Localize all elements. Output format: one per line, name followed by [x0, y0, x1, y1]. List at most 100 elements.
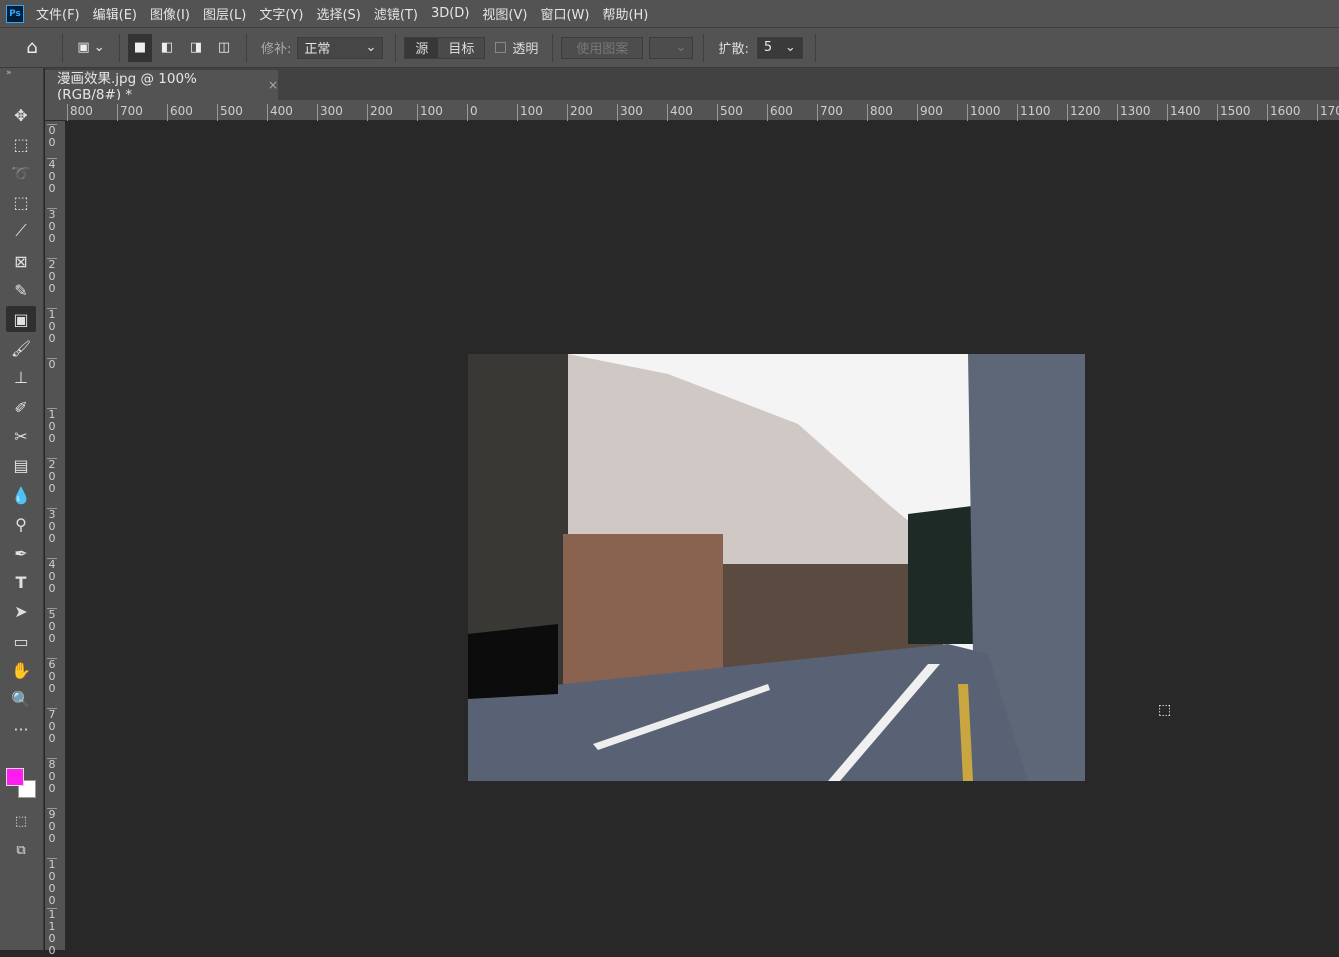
menu-help[interactable]: 帮助(H)	[602, 4, 648, 23]
ruler-label: 1100	[1017, 104, 1051, 121]
ruler-label: 0	[47, 358, 57, 371]
ruler-label: 1500	[1217, 104, 1251, 121]
ruler-label: 900	[47, 808, 57, 845]
menu-type[interactable]: 文字(Y)	[259, 4, 303, 23]
menu-window[interactable]: 窗口(W)	[540, 4, 589, 23]
use-pattern-button[interactable]: 使用图案	[561, 36, 644, 59]
more-tools-icon[interactable]: ···	[6, 716, 36, 742]
ruler-label: 300	[317, 104, 343, 121]
divider	[395, 33, 397, 62]
eyedropper-tool-icon[interactable]: ✎	[6, 277, 36, 303]
vertical-ruler[interactable]: 0040030020010001002003004005006007008009…	[45, 121, 66, 957]
divider	[246, 33, 247, 62]
stamp-tool-icon[interactable]: ⊥	[6, 364, 36, 390]
marquee-tool-icon[interactable]: ⬚	[6, 131, 36, 157]
hand-tool-icon[interactable]: ✋	[6, 657, 36, 683]
rectangle-tool-icon[interactable]: ▭	[6, 628, 36, 654]
home-icon[interactable]: ⌂	[10, 37, 54, 58]
brush-tool-icon[interactable]: 🖌	[6, 335, 36, 361]
menu-filter[interactable]: 滤镜(T)	[374, 4, 418, 23]
ruler-label: 500	[217, 104, 243, 121]
ruler-label: 500	[47, 608, 57, 645]
ruler-label: 500	[717, 104, 743, 121]
ruler-label: 1400	[1167, 104, 1201, 121]
menu-view[interactable]: 视图(V)	[482, 4, 527, 23]
intersect-selection-icon[interactable]: ◫	[210, 40, 238, 55]
collapse-icon[interactable]: »	[6, 68, 12, 78]
document-image[interactable]	[468, 354, 1085, 781]
ruler-label: 100	[517, 104, 543, 121]
divider	[703, 33, 705, 62]
patch-tool-preset-icon[interactable]: ▣ ⌄	[71, 40, 111, 55]
gradient-tool-icon[interactable]: ▤	[6, 452, 36, 478]
ruler-label: 0	[467, 104, 478, 121]
quick-mask-icon[interactable]: ⬚	[6, 808, 36, 834]
document-tab[interactable]: 漫画效果.jpg @ 100%(RGB/8#) * ×	[45, 70, 278, 103]
patch-label: 修补:	[261, 42, 292, 57]
divider	[814, 33, 816, 62]
tools-panel: » ✥ ⬚ ➰ ⬚ ⟋ ⊠ ✎ ▣ 🖌 ⊥ ✐ ✂ ▤ 💧 ⚲ ✒ T ➤ ▭ …	[0, 68, 44, 950]
ruler-label: 400	[47, 558, 57, 595]
move-tool-icon[interactable]: ✥	[6, 102, 36, 128]
menu-layer[interactable]: 图层(L)	[203, 4, 246, 23]
patch-cursor-icon: ⬚	[1158, 702, 1172, 718]
menu-select[interactable]: 选择(S)	[316, 4, 360, 23]
path-selection-icon[interactable]: ➤	[6, 598, 36, 624]
document-title: 漫画效果.jpg @ 100%(RGB/8#) *	[57, 71, 197, 103]
ruler-label: 00	[47, 124, 57, 149]
ruler-label: 1200	[1067, 104, 1101, 121]
diffusion-value: 5	[763, 40, 773, 55]
ruler-label: 100	[47, 308, 57, 345]
eraser-tool-icon[interactable]: ✂	[6, 423, 36, 449]
menu-file[interactable]: 文件(F)	[36, 4, 80, 23]
diffusion-label: 扩散:	[718, 42, 749, 57]
dodge-tool-icon[interactable]: ⚲	[6, 511, 36, 537]
screen-mode-icon[interactable]: ⧉	[6, 837, 36, 863]
transparent-checkbox[interactable]	[495, 42, 507, 53]
source-button[interactable]: 源	[405, 37, 439, 58]
patch-mode-select[interactable]: 正常 ⌄	[297, 36, 384, 59]
add-selection-icon[interactable]: ◧	[152, 40, 182, 55]
ruler-label: 200	[367, 104, 393, 121]
pattern-picker[interactable]: ⌄	[649, 36, 694, 59]
divider	[62, 33, 63, 62]
options-bar: ⌂ ▣ ⌄ ■ ◧ ◨ ◫ 修补: 正常 ⌄ 源 目标 透明 使用图案 ⌄ 扩散:…	[0, 27, 1339, 68]
patch-tool-icon[interactable]: ▣	[6, 306, 36, 332]
ruler-label: 700	[117, 104, 143, 121]
ruler-label: 200	[47, 458, 57, 495]
target-button[interactable]: 目标	[438, 37, 485, 58]
ruler-label: 600	[767, 104, 793, 121]
ruler-label: 300	[47, 508, 57, 545]
zoom-tool-icon[interactable]: 🔍	[6, 686, 36, 712]
menu-3d[interactable]: 3D(D)	[431, 6, 469, 21]
ruler-label: 600	[167, 104, 193, 121]
type-tool-icon[interactable]: T	[6, 569, 36, 595]
blur-tool-icon[interactable]: 💧	[6, 482, 36, 508]
pen-tool-icon[interactable]: ✒	[6, 540, 36, 566]
object-selection-tool-icon[interactable]: ⬚	[6, 189, 36, 215]
ruler-label: 600	[47, 658, 57, 695]
close-tab-icon[interactable]: ×	[268, 78, 278, 92]
ruler-label: 1000	[47, 858, 57, 907]
frame-tool-icon[interactable]: ⊠	[6, 248, 36, 274]
ruler-label: 170	[1317, 104, 1339, 121]
document-tab-bar: 漫画效果.jpg @ 100%(RGB/8#) * ×	[45, 68, 1339, 103]
menu-edit[interactable]: 编辑(E)	[93, 4, 137, 23]
ruler-label: 200	[567, 104, 593, 121]
new-selection-icon[interactable]: ■	[128, 33, 152, 62]
divider	[119, 33, 120, 62]
ruler-label: 800	[867, 104, 893, 121]
lasso-tool-icon[interactable]: ➰	[6, 160, 36, 186]
divider	[552, 33, 554, 62]
foreground-color-swatch[interactable]	[6, 768, 24, 786]
history-brush-icon[interactable]: ✐	[6, 394, 36, 420]
source-target-toggle: 源 目标	[404, 36, 486, 59]
menu-image[interactable]: 图像(I)	[150, 4, 190, 23]
ruler-label: 400	[667, 104, 693, 121]
crop-tool-icon[interactable]: ⟋	[6, 218, 36, 244]
diffusion-select[interactable]: 5 ⌄	[756, 36, 803, 59]
transparent-label: 透明	[512, 42, 539, 57]
subtract-selection-icon[interactable]: ◨	[182, 40, 210, 55]
horizontal-ruler[interactable]: 800 700 600 500 400 300 200 100 0 100 200 300 400 500…	[45, 100, 1339, 121]
patch-mode-value: 正常	[304, 42, 331, 57]
